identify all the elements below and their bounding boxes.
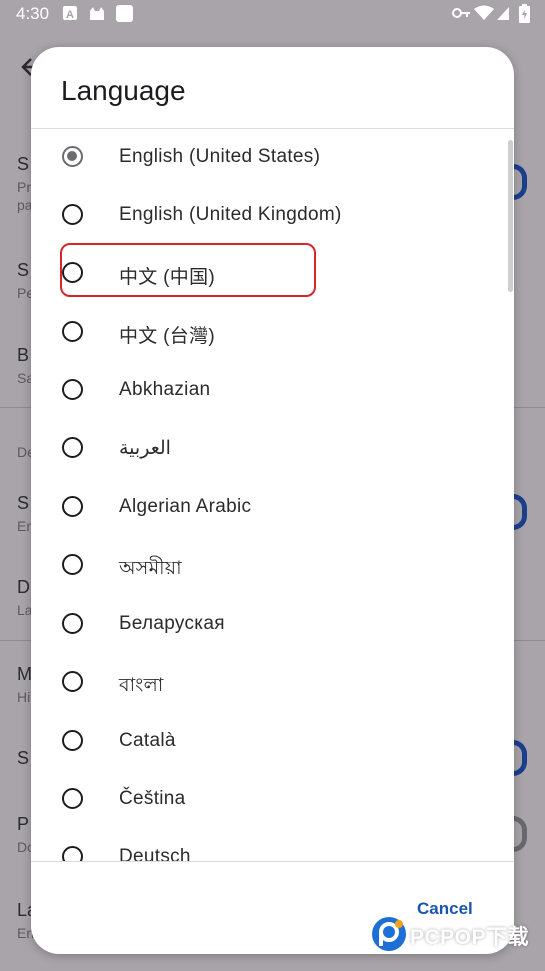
language-list[interactable]: English (United States) English (United … xyxy=(31,129,514,861)
radio-button[interactable] xyxy=(62,437,83,458)
language-label: English (United Kingdom) xyxy=(119,204,342,225)
language-label: অসমীয়া xyxy=(119,558,182,579)
language-label: Algerian Arabic xyxy=(119,496,252,517)
battery-charging-icon xyxy=(519,4,530,23)
language-label: Беларуская xyxy=(119,613,225,634)
language-option[interactable]: অসমীয়া xyxy=(31,537,506,595)
language-option[interactable]: English (United Kingdom) xyxy=(31,187,506,245)
language-option[interactable]: Беларуская xyxy=(31,596,506,654)
radio-button[interactable] xyxy=(62,730,83,751)
radio-button[interactable] xyxy=(62,321,83,342)
language-label: বাংলা xyxy=(119,675,164,696)
language-label: Català xyxy=(119,730,176,751)
language-label: العربية xyxy=(119,438,171,459)
language-label: English (United States) xyxy=(119,146,321,167)
radio-button[interactable] xyxy=(62,379,83,400)
bg-setting-item: M Hi xyxy=(17,664,32,705)
wifi-icon xyxy=(474,5,494,20)
language-option[interactable]: العربية xyxy=(31,420,506,478)
dialog-title: Language xyxy=(61,75,186,106)
signal-icon xyxy=(497,7,509,20)
radio-button[interactable] xyxy=(62,496,83,517)
watermark-sub: PCPOP Download xyxy=(411,944,476,951)
language-option[interactable]: Abkhazian xyxy=(31,362,506,420)
annotation-highlight-box xyxy=(60,243,316,297)
bg-setting-item: S xyxy=(17,748,30,768)
language-option[interactable]: 中文 (台灣) xyxy=(31,304,506,362)
radio-button[interactable] xyxy=(62,613,83,634)
radio-button[interactable] xyxy=(62,554,83,575)
radio-button[interactable] xyxy=(62,146,83,167)
language-dialog: Language English (United States) English… xyxy=(31,47,514,954)
vpn-key-icon xyxy=(452,8,470,18)
language-option[interactable]: Čeština xyxy=(31,771,506,829)
radio-button[interactable] xyxy=(62,204,83,225)
language-label: 中文 (台灣) xyxy=(119,326,216,347)
language-option[interactable]: Algerian Arabic xyxy=(31,479,506,537)
language-option[interactable]: Deutsch xyxy=(31,829,506,861)
language-option[interactable]: বাংলা xyxy=(31,654,506,712)
list-scrollbar[interactable] xyxy=(508,140,513,292)
language-option[interactable]: Català xyxy=(31,713,506,771)
language-label: Deutsch xyxy=(119,846,191,861)
language-option[interactable]: English (United States) xyxy=(31,129,506,187)
radio-button[interactable] xyxy=(62,846,83,861)
watermark: PCPOP下载 PCPOP Download xyxy=(371,914,541,958)
app-square-icon xyxy=(116,5,133,22)
radio-button[interactable] xyxy=(62,671,83,692)
language-label: Čeština xyxy=(119,788,186,809)
pcpop-logo-icon xyxy=(372,917,406,951)
android-icon xyxy=(90,7,104,20)
app-a-icon: A xyxy=(63,6,77,21)
status-time: 4:30 xyxy=(16,4,50,23)
radio-checked-dot xyxy=(67,151,77,161)
status-bar: 4:30 A xyxy=(0,0,545,28)
divider xyxy=(31,861,514,862)
svg-text:A: A xyxy=(66,9,74,21)
radio-button[interactable] xyxy=(62,788,83,809)
language-label: Abkhazian xyxy=(119,379,211,400)
